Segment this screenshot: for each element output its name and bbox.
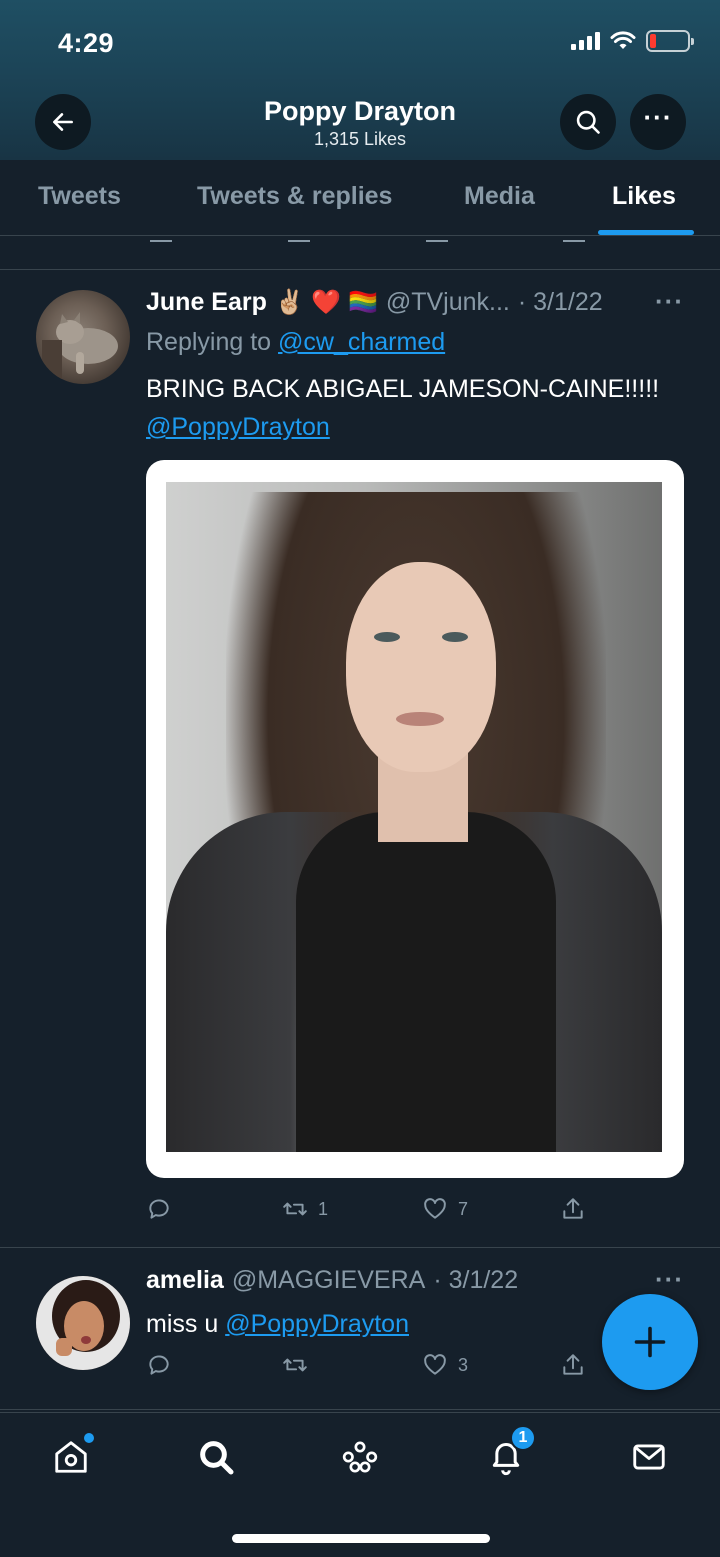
more-options-button[interactable]: ··· (630, 94, 686, 150)
profile-tabs: Tweets Tweets & replies Media Likes (0, 160, 720, 236)
more-icon: ··· (643, 102, 673, 132)
nav-home[interactable] (52, 1433, 94, 1477)
tweet-header: June Earp ✌🏼 ❤️ 🏳️‍🌈 @TVjunk... · 3/1/22 (146, 288, 603, 317)
new-content-dot (84, 1433, 94, 1443)
mention-link[interactable]: @PoppyDrayton (146, 413, 330, 441)
photo-eye-right (442, 632, 468, 642)
search-button[interactable] (560, 94, 616, 150)
tweet-more-icon[interactable]: ··· (655, 286, 684, 317)
share-icon (563, 230, 585, 242)
tweet-text: BRING BACK ABIGAEL JAMESON-CAINE!!!!! @P… (146, 370, 666, 446)
nav-notifications[interactable]: 1 (486, 1425, 536, 1477)
previous-tweet-actions (0, 236, 720, 270)
home-icon (55, 1441, 87, 1473)
author-handle[interactable]: @MAGGIEVERA (232, 1266, 425, 1295)
like-button[interactable]: 7 (422, 1196, 468, 1222)
search-icon (576, 110, 600, 134)
tab-tweets[interactable]: Tweets (38, 182, 121, 211)
tweet[interactable]: June Earp ✌🏼 ❤️ 🏳️‍🌈 @TVjunk... · 3/1/22… (0, 272, 720, 1248)
tweet-header: amelia @MAGGIEVERA · 3/1/22 (146, 1266, 518, 1295)
tweet-actions: 1 7 (146, 1196, 606, 1226)
tweet-more-icon[interactable]: ··· (655, 1264, 684, 1295)
retweet-button[interactable]: 1 (282, 1196, 328, 1222)
photo-lips (396, 712, 444, 726)
active-tab-indicator (598, 230, 694, 235)
notification-badge: 1 (510, 1425, 536, 1451)
tab-tweets-replies[interactable]: Tweets & replies (197, 182, 392, 211)
photo-face (346, 562, 496, 772)
author-name[interactable]: June Earp (146, 288, 267, 317)
share-icon (563, 1198, 583, 1219)
mention-link[interactable]: @PoppyDrayton (225, 1310, 409, 1338)
nav-spaces[interactable] (340, 1437, 380, 1477)
share-button[interactable] (560, 1196, 586, 1222)
reply-icon (149, 1355, 169, 1375)
reply-icon (149, 1199, 169, 1219)
author-name[interactable]: amelia (146, 1266, 224, 1295)
retweet-button[interactable] (282, 1352, 318, 1378)
heart-icon (424, 1354, 446, 1375)
replying-to: Replying to @cw_charmed (146, 328, 445, 357)
cat-photo (42, 312, 118, 380)
author-emojis: ✌🏼 ❤️ 🏳️‍🌈 (274, 289, 378, 316)
profile-header: 4:29 Poppy Drayton 1,315 Likes ··· (0, 0, 720, 160)
mail-icon (633, 1444, 665, 1470)
wifi-icon (610, 31, 636, 49)
battery-icon (646, 30, 694, 52)
like-button[interactable]: 3 (422, 1352, 468, 1378)
home-indicator[interactable] (232, 1534, 490, 1543)
reply-icon (150, 230, 172, 242)
tweet-text: miss u @PoppyDrayton (146, 1305, 666, 1343)
retweet-icon (288, 230, 310, 242)
reply-button[interactable] (146, 1196, 172, 1222)
tab-media[interactable]: Media (464, 182, 535, 211)
heart-icon (424, 1198, 446, 1219)
search-icon (200, 1441, 234, 1475)
avatar[interactable] (36, 290, 130, 384)
tweet-date: · 3/1/22 (517, 288, 603, 316)
tweet-body: BRING BACK ABIGAEL JAMESON-CAINE!!!!! (146, 375, 660, 403)
retweet-count: 1 (318, 1198, 329, 1219)
amelia-photo (36, 1276, 130, 1370)
author-handle[interactable]: @TVjunk... (386, 288, 510, 317)
tweet-actions: 3 (146, 1352, 606, 1382)
tweet-date: · 3/1/22 (433, 1266, 519, 1294)
like-icon (426, 230, 448, 242)
retweet-icon (283, 1202, 307, 1216)
retweet-icon (283, 1358, 307, 1372)
photo-shirt (296, 812, 556, 1152)
like-count: 3 (458, 1354, 469, 1375)
share-button[interactable] (560, 1352, 586, 1378)
portrait-image (166, 482, 662, 1152)
reply-button[interactable] (146, 1352, 172, 1378)
compose-tweet-button[interactable] (602, 1294, 698, 1390)
avatar[interactable] (36, 1276, 130, 1370)
plus-icon (634, 1326, 666, 1358)
share-icon (563, 1354, 583, 1375)
status-indicators (571, 30, 694, 52)
tweet-body: miss u (146, 1310, 226, 1338)
status-time: 4:29 (58, 28, 115, 58)
nav-messages[interactable] (630, 1437, 670, 1477)
photo-eye-left (374, 632, 400, 642)
spaces-icon (342, 1441, 378, 1473)
replying-to-link[interactable]: @cw_charmed (278, 328, 445, 356)
tab-likes[interactable]: Likes (612, 182, 676, 211)
nav-search[interactable] (196, 1437, 236, 1477)
like-count: 7 (458, 1198, 469, 1219)
replying-prefix: Replying to (146, 328, 279, 356)
signal-icon (571, 32, 600, 50)
tweet-photo[interactable] (146, 460, 684, 1178)
